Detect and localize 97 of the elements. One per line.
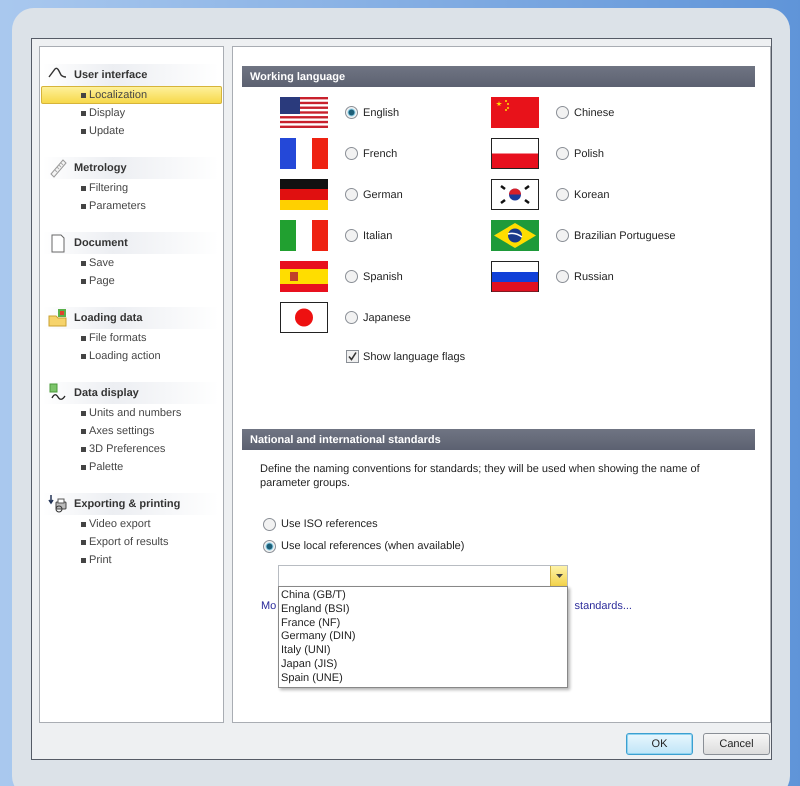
group-title: Loading data — [74, 312, 142, 324]
group-title: Metrology — [74, 162, 127, 174]
radio-button[interactable] — [556, 270, 569, 283]
radio-button[interactable] — [556, 229, 569, 242]
radio-button[interactable] — [345, 188, 358, 201]
dialog-button[interactable]: Cancel — [703, 733, 770, 755]
section-header: National and international standards — [242, 429, 755, 450]
flag-icon — [491, 179, 539, 210]
bullet-icon — [81, 128, 86, 134]
dropdown-option[interactable]: Germany (DIN) — [279, 629, 567, 644]
bullet-icon — [81, 92, 86, 98]
link[interactable]: Mo — [261, 600, 276, 612]
caret-icon — [556, 574, 562, 578]
radio-label: Spanish — [363, 270, 403, 282]
dropdown-option[interactable]: Japan (JIS) — [279, 656, 567, 671]
flag-icon — [491, 261, 539, 292]
flag-icon — [280, 97, 328, 128]
sidebar-item[interactable]: Palette — [41, 458, 222, 476]
sidebar-item[interactable]: Display — [41, 104, 222, 122]
bullet-icon — [81, 446, 86, 452]
radio-label: Korean — [574, 188, 610, 200]
dropdown-button[interactable] — [550, 566, 567, 586]
sidebar-item[interactable]: Filtering — [41, 179, 222, 197]
radio-button[interactable] — [263, 518, 276, 530]
dialog-button[interactable]: OK — [626, 733, 693, 755]
flag-icon — [280, 261, 328, 292]
radio-button[interactable] — [345, 270, 358, 283]
radio-button[interactable] — [345, 147, 358, 160]
group-title: User interface — [74, 69, 148, 81]
bullet-icon — [81, 260, 86, 266]
dropdown-option[interactable]: China (GB/T) — [279, 588, 567, 602]
sidebar-item[interactable]: Loading action — [41, 347, 222, 365]
ruler-icon — [48, 158, 68, 178]
flag-icon — [280, 220, 328, 251]
radio-label: French — [363, 148, 398, 160]
flag-icon — [491, 220, 539, 251]
radio-button[interactable] — [263, 540, 276, 552]
radio-button[interactable] — [556, 106, 569, 119]
flag-icon — [491, 138, 539, 169]
radio-label: Polish — [574, 148, 604, 160]
description-text: Define the naming conventions for standards; they will be used when showing the name of parameter groups. — [260, 462, 701, 490]
bullet-icon — [81, 278, 86, 284]
group-title: Exporting & printing — [74, 498, 180, 510]
sidebar-item[interactable]: File formats — [41, 329, 222, 347]
bullet-icon — [81, 464, 86, 470]
sidebar-item[interactable]: Axes settings — [41, 422, 222, 440]
radio-button[interactable] — [556, 147, 569, 160]
group-title: Data display — [74, 387, 139, 399]
flag-icon — [280, 302, 328, 333]
dropdown-option[interactable]: England (BSI) — [279, 602, 567, 616]
sidebar-item[interactable]: Video export — [41, 515, 222, 533]
radio-label: Chinese — [574, 106, 614, 118]
sidebar-item[interactable]: 3D Preferences — [41, 440, 222, 458]
radio-button[interactable] — [345, 311, 358, 324]
sidebar-item[interactable]: Save — [41, 254, 222, 272]
sidebar-item[interactable]: Units and numbers — [41, 404, 222, 422]
link[interactable]: standards... — [574, 600, 632, 612]
section-header: Working language — [242, 66, 755, 87]
radio-label: Russian — [574, 270, 614, 282]
bullet-icon — [81, 186, 86, 190]
radio-label: Brazilian Portuguese — [574, 230, 676, 242]
checkbox-label: Show language flags — [363, 350, 466, 362]
sidebar-item[interactable]: Update — [41, 122, 222, 140]
sidebar-item[interactable]: Localization — [41, 86, 222, 104]
radio-label: English — [363, 106, 400, 118]
bullet-icon — [81, 558, 86, 562]
sidebar-item[interactable]: Page — [41, 272, 222, 290]
bullet-icon — [81, 540, 86, 544]
radio-label: German — [363, 188, 403, 200]
radio-button[interactable] — [556, 188, 569, 201]
radio-label: Use local references (when available) — [281, 540, 464, 552]
radio-button[interactable] — [345, 106, 358, 119]
radio-label: Use ISO references — [281, 518, 378, 530]
bullet-icon — [81, 204, 86, 208]
flag-icon — [491, 97, 539, 128]
sidebar-item[interactable]: Export of results — [41, 533, 222, 551]
dropdown-option[interactable]: Spain (UNE) — [279, 670, 567, 685]
radio-button[interactable] — [345, 229, 358, 242]
checkbox[interactable] — [346, 350, 359, 363]
dropdown-option[interactable]: Italy (UNI) — [279, 643, 567, 657]
printer-icon — [48, 494, 68, 514]
flag-icon — [280, 179, 328, 210]
bullet-icon — [81, 410, 86, 416]
dropdown-option[interactable]: France (NF) — [279, 616, 567, 630]
bullet-icon — [81, 354, 86, 358]
radio-label: Italian — [363, 230, 392, 242]
bullet-icon — [81, 110, 86, 116]
chart-icon — [48, 383, 68, 403]
folder-icon — [48, 308, 68, 328]
group-title: Document — [74, 237, 128, 249]
bullet-icon — [81, 336, 86, 340]
sidebar-item[interactable]: Print — [41, 551, 222, 569]
flag-icon — [280, 138, 328, 169]
sidebar-item[interactable]: Parameters — [41, 197, 222, 215]
bullet-icon — [81, 522, 86, 526]
bullet-icon — [81, 428, 86, 434]
radio-label: Japanese — [363, 312, 411, 324]
